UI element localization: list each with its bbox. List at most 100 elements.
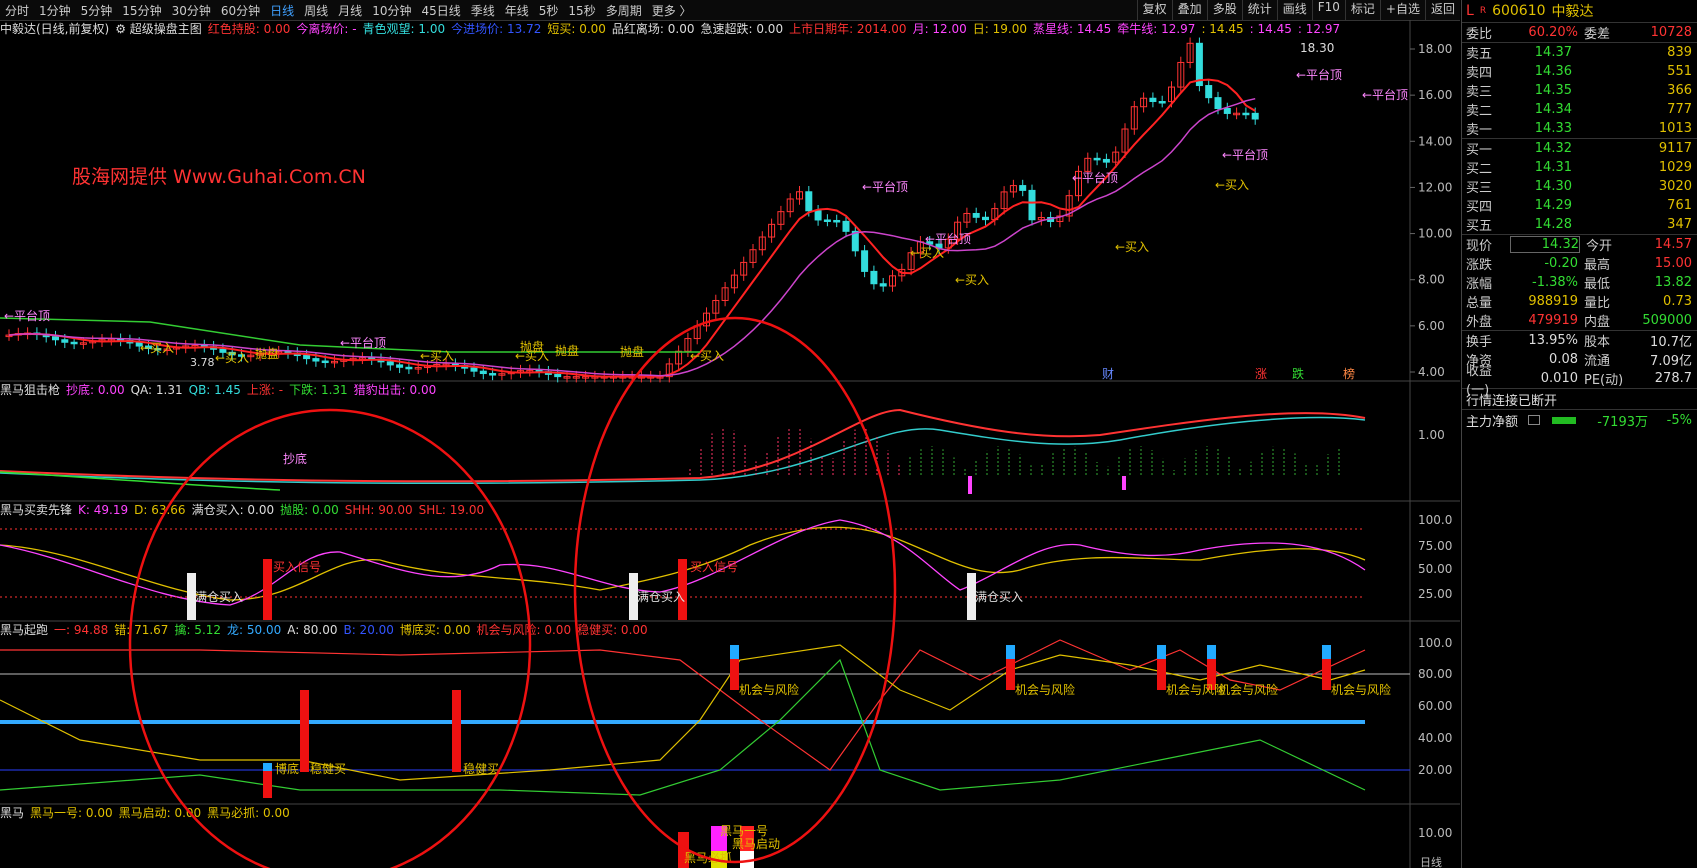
bottom-buy-cap	[263, 763, 272, 771]
period-tab[interactable]: 月线	[333, 2, 367, 19]
period-toolbar: 分时 1分钟 5分钟 15分钟 30分钟 60分钟 日线 周线 月线 10分钟 45日线 季线 年线 5秒…	[0, 0, 1460, 21]
order-level-row: 卖四 14.36 551	[1462, 62, 1697, 81]
buy-signal-label: ←买入	[420, 349, 454, 363]
period-tab[interactable]: 45日线	[416, 2, 465, 19]
period-tab[interactable]: 60分钟	[216, 2, 265, 19]
candle-body	[70, 341, 78, 345]
period-tab[interactable]: 15秒	[563, 2, 600, 19]
period-tab[interactable]: 日线	[265, 2, 299, 19]
axis-tick-label: 4.00	[1418, 365, 1445, 379]
order-level-row: 卖三 14.35 366	[1462, 81, 1697, 100]
level-label: 卖三	[1466, 85, 1493, 100]
buy-signal-label: ←买入	[140, 341, 174, 355]
net-flow-toggle-icon[interactable]	[1528, 415, 1540, 425]
toolbar-button[interactable]: 画线	[1276, 0, 1312, 20]
period-tab[interactable]: 更多 〉	[647, 2, 697, 19]
stat-value: 13.95%	[1528, 333, 1578, 348]
ma-line-magenta	[8, 97, 1256, 377]
level-price: 14.30	[1534, 179, 1572, 194]
buy-signal-label: ←买入	[910, 246, 944, 260]
candle-body	[1093, 157, 1101, 161]
period-tab[interactable]: 周线	[299, 2, 333, 19]
chance-risk-cap	[730, 645, 739, 659]
candle-body	[303, 355, 311, 360]
dark-horse-one-label: 黑马一号	[720, 824, 768, 838]
period-tab[interactable]: 年线	[500, 2, 534, 19]
axis-tick-label: 1.00	[1418, 428, 1445, 442]
candle-body	[386, 361, 394, 366]
stat-value: 278.7	[1654, 371, 1692, 386]
candle-body	[823, 219, 831, 222]
toolbar-button[interactable]: 叠加	[1171, 0, 1207, 20]
level-volume: 777	[1667, 102, 1692, 117]
level-price: 14.35	[1534, 83, 1572, 98]
stat-value: 479919	[1528, 313, 1578, 328]
axis-tick-label: 40.00	[1418, 731, 1452, 745]
level-price: 14.36	[1534, 64, 1572, 79]
candle-body	[805, 191, 813, 212]
level-volume: 1013	[1658, 121, 1692, 136]
stat-row: 现价 14.32 今开 14.57	[1462, 235, 1697, 254]
chance-risk-cap	[1157, 645, 1166, 659]
toolbar-button[interactable]: 返回	[1424, 0, 1460, 20]
chance-risk-cap	[1207, 645, 1216, 659]
axis-tick-label: 14.00	[1418, 134, 1452, 148]
buy-signal-label: ←买入	[1115, 240, 1149, 254]
period-tab[interactable]: 15分钟	[117, 2, 166, 19]
stat-label: PE(动)	[1584, 373, 1624, 388]
kline-chart-area[interactable]: 18.00 16.00 14.00 12.00 10.00 8.00 6.00 4.00 1.0…	[0, 20, 1460, 868]
period-tab[interactable]: 1分钟	[34, 2, 76, 19]
toolbar-button[interactable]: 标记	[1344, 0, 1380, 20]
stat-label: 量比	[1584, 296, 1611, 311]
stat-label: 最高	[1584, 258, 1611, 273]
toolbar-button[interactable]: +自选	[1379, 0, 1425, 20]
steady-buy-bar	[300, 690, 309, 772]
stat-label: 内盘	[1584, 315, 1611, 330]
candle-body	[405, 366, 413, 370]
period-tab[interactable]: 季线	[466, 2, 500, 19]
quote-panel: L R 600610 中毅达 委比 60.20% 委差 10728 卖五 14.3…	[1461, 0, 1697, 868]
axis-tick-label: 25.00	[1418, 587, 1452, 601]
level-volume: 366	[1667, 83, 1692, 98]
candle-body	[1158, 101, 1166, 104]
chance-risk-label: 机会与风险	[1331, 682, 1391, 697]
period-tab[interactable]: 分时	[0, 2, 34, 19]
candle-body	[1251, 112, 1259, 120]
stat-value: 14.57	[1654, 237, 1692, 252]
candle-body	[870, 270, 878, 285]
sell-signal-label: 抛盘	[620, 344, 644, 359]
platform-top-label: ←平台顶	[1362, 87, 1408, 102]
period-tab[interactable]: 5分钟	[76, 2, 118, 19]
toolbar-button[interactable]: 多股	[1206, 0, 1242, 20]
level-label: 买二	[1466, 162, 1493, 177]
candle-body	[554, 373, 562, 378]
axis-tick-label: 16.00	[1418, 88, 1452, 102]
news-marker: 跌	[1292, 366, 1304, 381]
stat-value: 0.08	[1549, 352, 1578, 367]
candle-body	[1242, 112, 1250, 116]
period-tab[interactable]: 5秒	[534, 2, 564, 19]
period-tab[interactable]: 30分钟	[167, 2, 216, 19]
buy-signal-text: 买入信号	[690, 560, 738, 574]
weibi-value: 60.20%	[1528, 25, 1578, 40]
stat-label: 涨跌	[1466, 258, 1493, 273]
toolbar-button[interactable]: 统计	[1241, 0, 1277, 20]
level-price: 14.34	[1534, 102, 1572, 117]
toolbar-button[interactable]: 复权	[1136, 0, 1172, 20]
period-tab[interactable]: 多周期	[601, 2, 647, 19]
level-price: 14.31	[1534, 160, 1572, 175]
stat-row: 外盘 479919 内盘 509000	[1462, 311, 1697, 331]
weicha-value: 10728	[1650, 25, 1692, 40]
sub1-cyan-line	[0, 416, 1366, 485]
stat-value: 13.82	[1654, 275, 1692, 290]
candle-body	[470, 367, 478, 372]
order-level-row: 卖二 14.34 777	[1462, 100, 1697, 119]
bid-levels: 买一 14.32 9117 买二 14.31 1029 买三 14.30 3020 买四 14.29…	[1462, 139, 1697, 235]
toolbar-button[interactable]: F10	[1311, 0, 1345, 20]
platform-top-label: ←平台顶	[340, 335, 386, 350]
period-tab[interactable]: 10分钟	[367, 2, 416, 19]
stat-label: 外盘	[1466, 315, 1493, 330]
candle-body	[61, 339, 69, 343]
stat-label: 涨幅	[1466, 277, 1493, 292]
candle-body	[1028, 189, 1036, 221]
